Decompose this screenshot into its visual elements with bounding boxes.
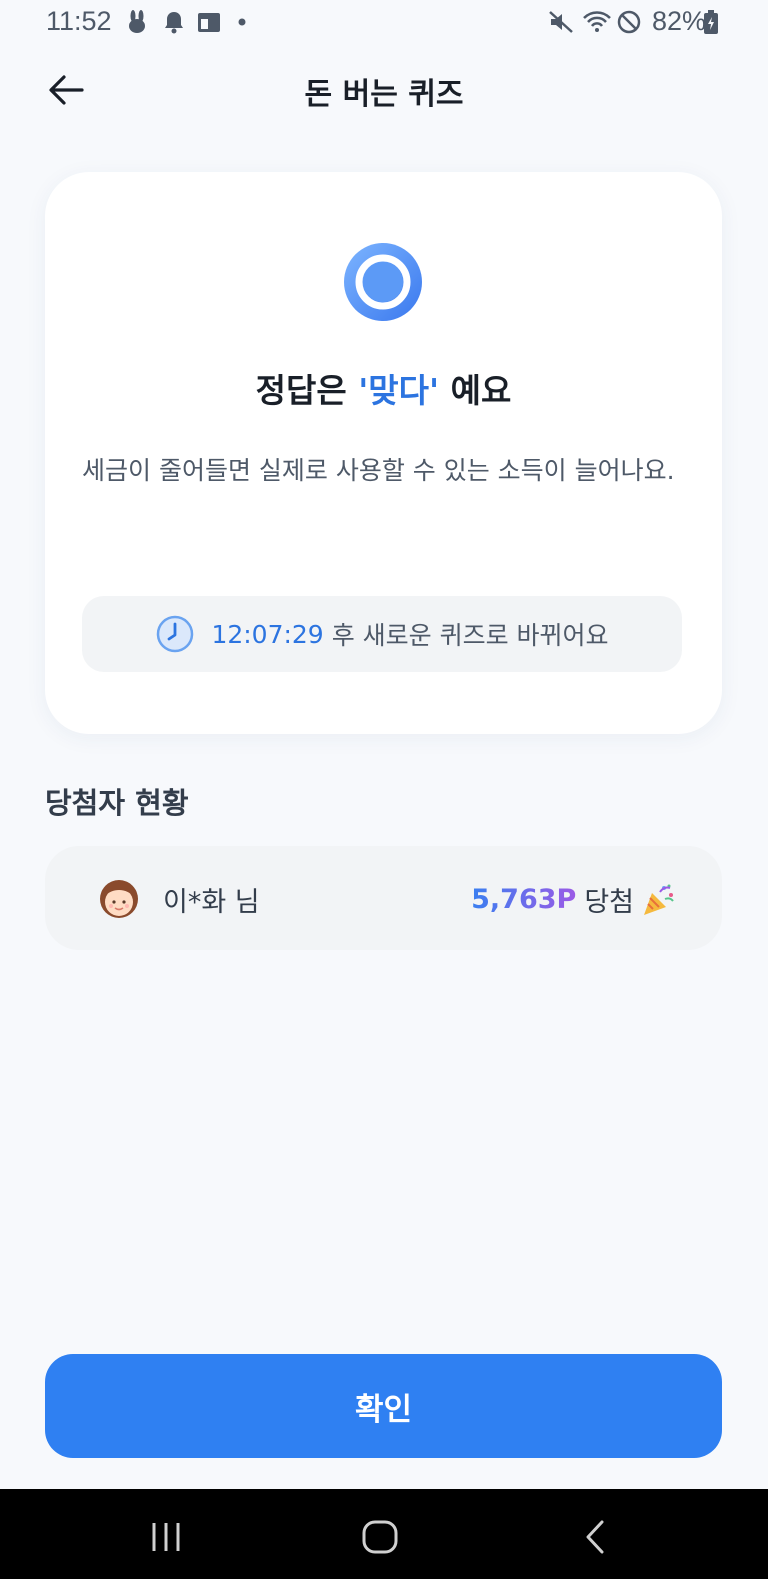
answer-prefix: 정답은 (255, 371, 359, 410)
rabbit-icon (129, 10, 145, 33)
winner-name: 이*화 님 (163, 887, 260, 918)
block-icon (617, 10, 641, 34)
dot-icon (238, 18, 246, 26)
answer-explanation: 세금이 줄어들면 실제로 사용할 수 있는 소득이 늘어나요. (82, 456, 675, 485)
timer-box: 12:07:29 후 새로운 퀴즈로 바뀌어요 (82, 596, 682, 672)
party-popper-icon (644, 884, 674, 915)
mute-icon (549, 11, 573, 33)
clock-icon (157, 615, 194, 653)
winner-prize: 5,763P 당첨 (471, 880, 676, 919)
app-header: 돈 버는 퀴즈 (0, 52, 768, 128)
winner-row: 이*화 님 5,763P 당첨 (45, 846, 722, 950)
bell-icon (165, 12, 183, 34)
confirm-button[interactable]: 확인 (45, 1354, 722, 1458)
answer-suffix: 예요 (439, 371, 512, 410)
home-icon[interactable] (360, 1517, 400, 1557)
wifi-icon (583, 11, 611, 32)
timer-time: 12:07:29 (211, 619, 324, 649)
prize-label: 당첨 (584, 887, 634, 918)
gallery-icon (198, 13, 220, 32)
system-nav-bar (0, 1489, 768, 1579)
correct-circle-icon (344, 243, 422, 321)
answer-heading: 정답은 '맞다' 예요 (45, 364, 722, 412)
avatar-icon (100, 880, 138, 918)
back-nav-icon[interactable] (576, 1517, 616, 1557)
recent-apps-icon[interactable] (146, 1517, 186, 1557)
status-bar: 11:52 82% (0, 0, 768, 48)
timer-row: 12:07:29 후 새로운 퀴즈로 바뀌어요 (82, 596, 682, 672)
prize-amount: 5,763P (471, 884, 577, 915)
winners-title: 당첨자 현황 (45, 786, 189, 820)
answer-value: '맞다' (358, 371, 440, 410)
battery-percent: 82% (652, 6, 707, 36)
timer-text: 후 새로운 퀴즈로 바뀌어요 (331, 621, 609, 650)
answer-card: 정답은 '맞다' 예요 세금이 줄어들면 실제로 사용할 수 있는 소득이 늘어… (45, 172, 722, 734)
battery-icon (704, 10, 718, 34)
status-time: 11:52 (46, 6, 112, 36)
page-title: 돈 버는 퀴즈 (304, 77, 464, 112)
